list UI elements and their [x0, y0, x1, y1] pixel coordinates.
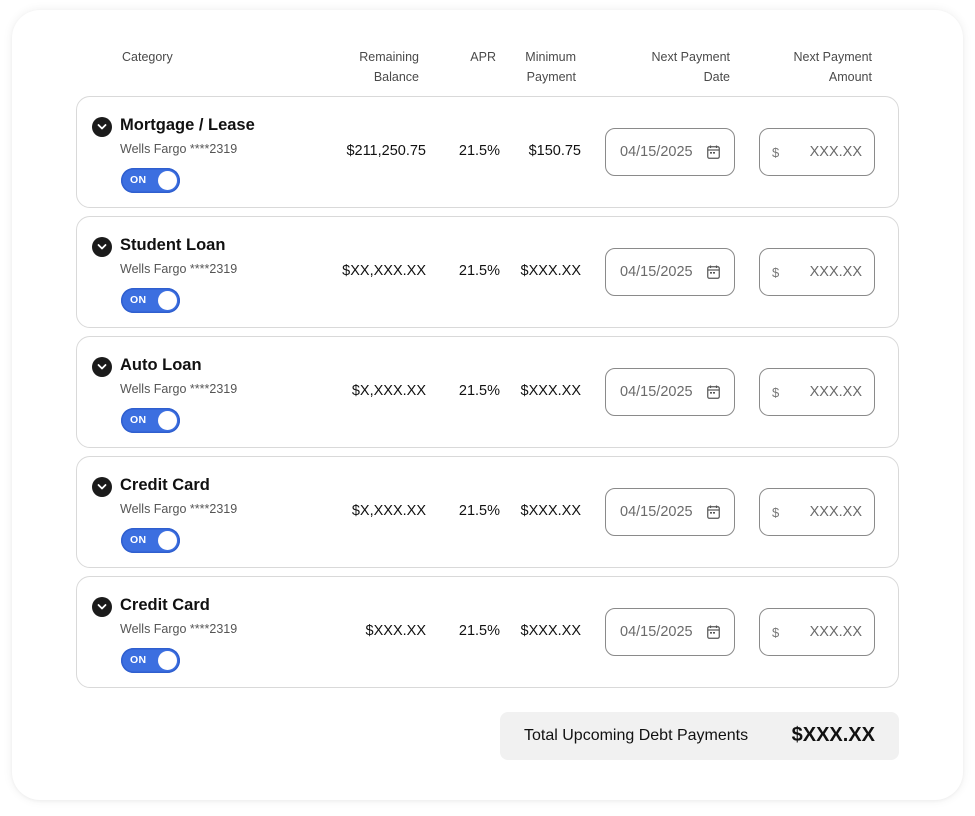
on-off-toggle[interactable]: ON [121, 288, 180, 313]
next-payment-amount-input[interactable]: $ XXX.XX [759, 608, 875, 656]
account-label: Wells Fargo ****2319 [120, 262, 238, 276]
next-payment-date-input[interactable]: 04/15/2025 [605, 368, 735, 416]
amount-placeholder: XXX.XX [809, 264, 862, 280]
category-title: Mortgage / Lease [120, 116, 255, 134]
toggle-knob [158, 651, 177, 670]
remaining-balance: $X,XXX.XX [351, 503, 426, 519]
on-off-toggle[interactable]: ON [121, 648, 180, 673]
next-payment-date-input[interactable]: 04/15/2025 [605, 248, 735, 296]
remaining-balance: $XX,XXX.XX [342, 263, 426, 279]
category-title: Credit Card [120, 476, 210, 494]
next-payment-date-input[interactable]: 04/15/2025 [605, 488, 735, 536]
total-summary: Total Upcoming Debt Payments $XXX.XX [500, 712, 899, 760]
next-payment-amount-input[interactable]: $ XXX.XX [759, 248, 875, 296]
toggle-label: ON [130, 174, 147, 186]
next-payment-amount-input[interactable]: $ XXX.XX [759, 368, 875, 416]
date-value: 04/15/2025 [620, 384, 693, 400]
calendar-icon[interactable] [707, 265, 720, 279]
chevron-down-icon[interactable] [92, 237, 112, 257]
debt-row: Credit Card Wells Fargo ****2319 ON $XXX… [76, 576, 899, 688]
category-title: Auto Loan [120, 356, 202, 374]
minimum-payment: $150.75 [528, 143, 581, 159]
debt-row: Student Loan Wells Fargo ****2319 ON $XX… [76, 216, 899, 328]
on-off-toggle[interactable]: ON [121, 528, 180, 553]
toggle-label: ON [130, 534, 147, 546]
next-payment-date-input[interactable]: 04/15/2025 [605, 128, 735, 176]
toggle-knob [158, 531, 177, 550]
chevron-down-icon[interactable] [92, 117, 112, 137]
remaining-balance: $211,250.75 [346, 143, 426, 159]
toggle-knob [158, 171, 177, 190]
minimum-payment: $XXX.XX [520, 263, 581, 279]
header-remaining-balance: Remaining Balance [359, 50, 419, 84]
account-label: Wells Fargo ****2319 [120, 142, 238, 156]
chevron-down-icon[interactable] [92, 477, 112, 497]
apr-value: 21.5% [458, 143, 500, 159]
minimum-payment: $XXX.XX [520, 383, 581, 399]
header-next-payment-amount: Next Payment Amount [793, 50, 872, 84]
remaining-balance: $XXX.XX [365, 623, 426, 639]
remaining-balance: $X,XXX.XX [351, 383, 426, 399]
toggle-knob [158, 411, 177, 430]
header-next-payment-date: Next Payment Date [651, 50, 730, 84]
apr-value: 21.5% [458, 263, 500, 279]
chevron-down-icon[interactable] [92, 597, 112, 617]
next-payment-amount-input[interactable]: $ XXX.XX [759, 488, 875, 536]
minimum-payment: $XXX.XX [520, 503, 581, 519]
account-label: Wells Fargo ****2319 [120, 622, 238, 636]
header-category: Category [122, 50, 173, 64]
date-value: 04/15/2025 [620, 264, 693, 280]
debt-row: Auto Loan Wells Fargo ****2319 ON $X,XXX… [76, 336, 899, 448]
date-value: 04/15/2025 [620, 144, 693, 160]
next-payment-amount-input[interactable]: $ XXX.XX [759, 128, 875, 176]
apr-value: 21.5% [458, 383, 500, 399]
currency-prefix: $ [772, 145, 780, 160]
debt-row: Credit Card Wells Fargo ****2319 ON $X,X… [76, 456, 899, 568]
header-minimum-payment: Minimum Payment [525, 50, 576, 84]
on-off-toggle[interactable]: ON [121, 168, 180, 193]
amount-placeholder: XXX.XX [809, 504, 862, 520]
total-value: $XXX.XX [791, 724, 875, 746]
next-payment-date-input[interactable]: 04/15/2025 [605, 608, 735, 656]
minimum-payment: $XXX.XX [520, 623, 581, 639]
date-value: 04/15/2025 [620, 504, 693, 520]
apr-value: 21.5% [458, 503, 500, 519]
amount-placeholder: XXX.XX [809, 624, 862, 640]
account-label: Wells Fargo ****2319 [120, 502, 238, 516]
calendar-icon[interactable] [707, 385, 720, 399]
apr-value: 21.5% [458, 623, 500, 639]
calendar-icon[interactable] [707, 505, 720, 519]
amount-placeholder: XXX.XX [809, 144, 862, 160]
toggle-label: ON [130, 654, 147, 666]
date-value: 04/15/2025 [620, 624, 693, 640]
account-label: Wells Fargo ****2319 [120, 382, 238, 396]
category-title: Student Loan [120, 236, 226, 254]
toggle-knob [158, 291, 177, 310]
header-apr: APR [470, 50, 496, 64]
total-label: Total Upcoming Debt Payments [524, 727, 749, 744]
category-title: Credit Card [120, 596, 210, 614]
calendar-icon[interactable] [707, 145, 720, 159]
currency-prefix: $ [772, 385, 780, 400]
currency-prefix: $ [772, 265, 780, 280]
chevron-down-icon[interactable] [92, 357, 112, 377]
currency-prefix: $ [772, 505, 780, 520]
currency-prefix: $ [772, 625, 780, 640]
amount-placeholder: XXX.XX [809, 384, 862, 400]
on-off-toggle[interactable]: ON [121, 408, 180, 433]
toggle-label: ON [130, 294, 147, 306]
calendar-icon[interactable] [707, 625, 720, 639]
debt-row: Mortgage / Lease Wells Fargo ****2319 ON… [76, 96, 899, 208]
toggle-label: ON [130, 414, 147, 426]
